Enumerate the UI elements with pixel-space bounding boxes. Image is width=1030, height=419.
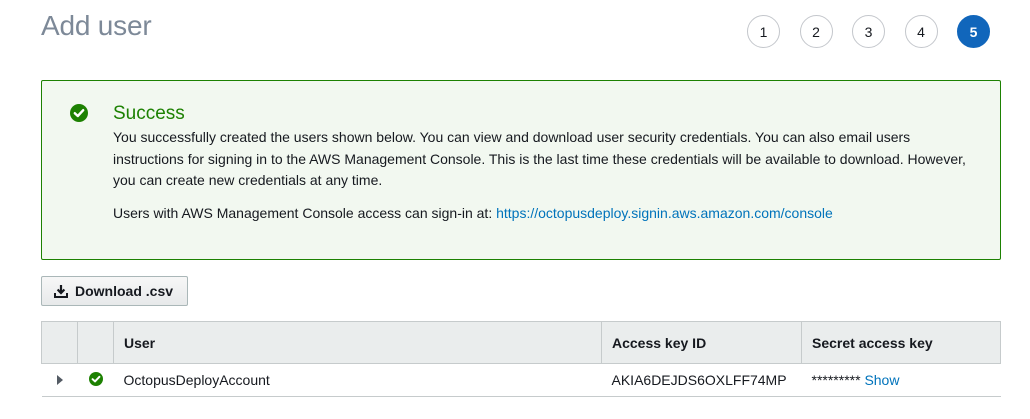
user-cell: OctopusDeployAccount bbox=[113, 363, 602, 397]
signin-line: Users with AWS Management Console access… bbox=[113, 205, 833, 221]
access-key-column-header[interactable]: Access key ID bbox=[601, 321, 802, 364]
user-column-header[interactable]: User bbox=[113, 321, 602, 364]
users-table: User Access key ID Secret access key Oct… bbox=[41, 321, 1001, 397]
download-csv-button[interactable]: Download .csv bbox=[41, 276, 188, 306]
check-circle-icon bbox=[70, 104, 88, 122]
alert-title: Success bbox=[113, 103, 185, 124]
download-csv-label: Download .csv bbox=[75, 283, 174, 299]
table-row: OctopusDeployAccount AKIA6DEJDS6OXLFF74M… bbox=[41, 363, 1001, 397]
alert-body: You successfully created the users shown… bbox=[113, 129, 966, 188]
status-column-header bbox=[77, 321, 114, 364]
expand-column-header bbox=[41, 321, 78, 364]
caret-right-icon bbox=[56, 375, 63, 385]
step-4[interactable]: 4 bbox=[904, 15, 938, 48]
expand-row-toggle[interactable] bbox=[41, 363, 78, 397]
secret-column-header[interactable]: Secret access key bbox=[801, 321, 1001, 364]
success-alert: Success You successfully created the use… bbox=[41, 80, 1001, 260]
show-secret-link[interactable]: Show bbox=[864, 372, 899, 388]
step-3[interactable]: 3 bbox=[852, 15, 885, 48]
download-icon bbox=[54, 285, 68, 298]
step-2[interactable]: 2 bbox=[799, 15, 833, 48]
row-status bbox=[77, 363, 114, 397]
step-1[interactable]: 1 bbox=[747, 15, 780, 48]
wizard-steps: 1 2 3 4 5 bbox=[747, 15, 990, 48]
signin-text: Users with AWS Management Console access… bbox=[113, 205, 493, 221]
step-5[interactable]: 5 bbox=[957, 15, 990, 48]
secret-cell: ********* Show bbox=[801, 363, 1001, 397]
access-key-cell: AKIA6DEJDS6OXLFF74MP bbox=[601, 363, 802, 397]
secret-masked: ********* bbox=[811, 372, 861, 388]
page-title: Add user bbox=[41, 10, 152, 41]
check-circle-icon bbox=[88, 371, 103, 386]
table-header-row: User Access key ID Secret access key bbox=[41, 321, 1001, 364]
signin-url-link[interactable]: https://octopusdeploy.signin.aws.amazon.… bbox=[496, 205, 833, 221]
